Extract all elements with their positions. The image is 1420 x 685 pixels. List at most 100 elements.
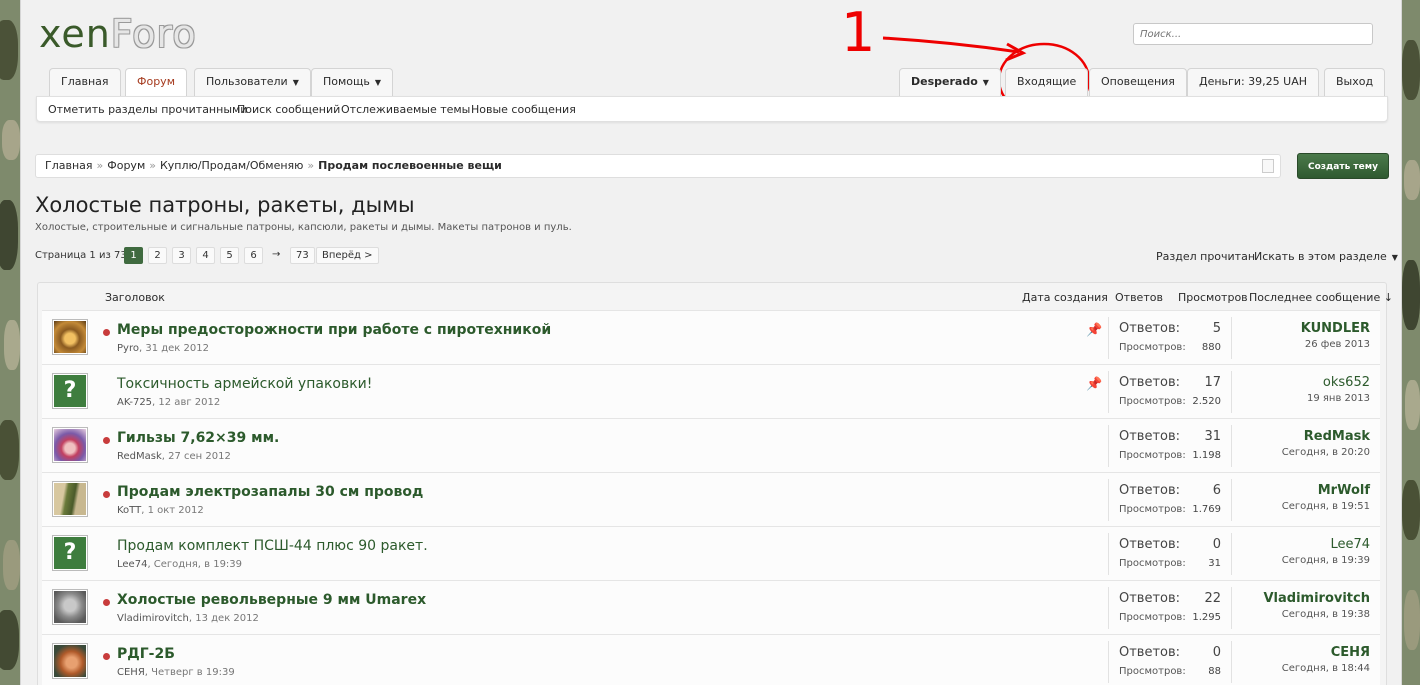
- camo-background-left: [0, 0, 20, 685]
- last-post-date[interactable]: Сегодня, в 20:20: [1282, 447, 1370, 458]
- last-post-user[interactable]: Vladimirovitch: [1263, 591, 1370, 606]
- last-post-user[interactable]: Lee74: [1282, 537, 1370, 552]
- replies-label: Ответов:: [1119, 537, 1181, 552]
- page-title: Холостые патроны, ракеты, дымы: [35, 193, 415, 217]
- avatar[interactable]: [52, 427, 88, 463]
- tab-logout[interactable]: Выход: [1324, 68, 1386, 96]
- thread-author[interactable]: AK-725: [117, 397, 152, 408]
- breadcrumb-forum[interactable]: Форум: [107, 159, 145, 172]
- column-last-post[interactable]: Последнее сообщение ↓: [1249, 291, 1393, 304]
- rss-icon[interactable]: [1262, 159, 1274, 173]
- last-post-date[interactable]: 26 фев 2013: [1301, 339, 1370, 350]
- replies-label: Ответов:: [1119, 591, 1181, 606]
- replies-label: Ответов:: [1119, 429, 1181, 444]
- watched-threads-link[interactable]: Отслеживаемые темы: [341, 103, 470, 116]
- breadcrumb-home[interactable]: Главная: [45, 159, 93, 172]
- thread-author[interactable]: KoTT: [117, 505, 141, 516]
- thread-author[interactable]: Vladimirovitch: [117, 613, 189, 624]
- thread-date: 27 сен 2012: [168, 451, 231, 462]
- thread-title[interactable]: РДГ-2Б: [117, 646, 175, 662]
- tab-inbox[interactable]: Входящие: [1005, 68, 1089, 96]
- thread-title[interactable]: Продам комплект ПСШ-44 плюс 90 ракет.: [117, 538, 428, 554]
- last-post-date[interactable]: Сегодня, в 19:51: [1282, 501, 1370, 512]
- page-link-1[interactable]: 1: [124, 247, 143, 264]
- tab-home[interactable]: Главная: [49, 68, 121, 96]
- column-title[interactable]: Заголовок: [105, 291, 165, 304]
- unread-indicator: [103, 329, 110, 336]
- views-count: 1.769: [1192, 504, 1221, 515]
- thread-title[interactable]: Меры предосторожности при работе с пирот…: [117, 322, 551, 338]
- mark-forums-read-link[interactable]: Отметить разделы прочитанными: [48, 103, 247, 116]
- breadcrumb-category[interactable]: Куплю/Продам/Обменяю: [160, 159, 303, 172]
- avatar[interactable]: [52, 589, 88, 625]
- pin-icon: 📌: [1086, 377, 1103, 392]
- replies-label: Ответов:: [1119, 375, 1181, 390]
- replies-label: Ответов:: [1119, 483, 1181, 498]
- thread-title[interactable]: Токсичность армейской упаковки!: [117, 376, 372, 392]
- avatar[interactable]: [52, 643, 88, 679]
- replies-count: 0: [1212, 645, 1221, 660]
- page-link-last[interactable]: 73: [290, 247, 315, 264]
- last-post-user[interactable]: СЕНЯ: [1282, 645, 1370, 660]
- last-post-date[interactable]: Сегодня, в 19:39: [1282, 555, 1370, 566]
- mark-section-read-link[interactable]: Раздел прочитан: [1156, 250, 1255, 263]
- thread-row: ? Продам комплект ПСШ-44 плюс 90 ракет. …: [42, 526, 1380, 580]
- thread-author[interactable]: Lee74: [117, 559, 147, 570]
- views-count: 1.295: [1192, 612, 1221, 623]
- last-post: KUNDLER 26 фев 2013: [1301, 321, 1370, 350]
- tab-money[interactable]: Деньги: 39,25 UAH: [1187, 68, 1320, 96]
- views-label: Просмотров:: [1119, 558, 1186, 569]
- page-link-6[interactable]: 6: [244, 247, 263, 264]
- thread-meta: KoTT, 1 окт 2012: [117, 505, 204, 516]
- thread-title[interactable]: Холостые револьверные 9 мм Umarex: [117, 592, 426, 608]
- last-post-user[interactable]: RedMask: [1282, 429, 1370, 444]
- tab-help[interactable]: Помощь ▼: [311, 68, 394, 96]
- replies-count: 6: [1212, 483, 1221, 498]
- avatar[interactable]: [52, 481, 88, 517]
- last-post-user[interactable]: KUNDLER: [1301, 321, 1370, 336]
- last-post: oks652 19 янв 2013: [1307, 375, 1370, 404]
- tab-user-menu[interactable]: Desperado ▼: [899, 68, 1001, 96]
- replies-count: 17: [1204, 375, 1221, 390]
- thread-title[interactable]: Гильзы 7,62×39 мм.: [117, 430, 279, 446]
- page-link-2[interactable]: 2: [148, 247, 167, 264]
- pin-icon: 📌: [1086, 323, 1103, 338]
- column-created[interactable]: Дата создания: [1022, 291, 1108, 304]
- last-post-date[interactable]: 19 янв 2013: [1307, 393, 1370, 404]
- page-link-4[interactable]: 4: [196, 247, 215, 264]
- thread-date: 12 авг 2012: [158, 397, 221, 408]
- avatar[interactable]: ?: [52, 373, 88, 409]
- search-section-link[interactable]: Искать в этом разделе ▼: [1254, 250, 1398, 263]
- tab-forum[interactable]: Форум: [125, 68, 187, 97]
- new-posts-link[interactable]: Новые сообщения: [471, 103, 576, 116]
- thread-date: 1 окт 2012: [147, 505, 204, 516]
- column-replies[interactable]: Ответов: [1115, 291, 1163, 304]
- thread-author[interactable]: RedMask: [117, 451, 162, 462]
- thread-title[interactable]: Продам электрозапалы 30 см провод: [117, 484, 423, 500]
- search-posts-link[interactable]: Поиск сообщений: [237, 103, 340, 116]
- last-post-date[interactable]: Сегодня, в 19:38: [1263, 609, 1370, 620]
- unread-indicator: [103, 491, 110, 498]
- column-views[interactable]: Просмотров: [1178, 291, 1248, 304]
- last-post-user[interactable]: oks652: [1307, 375, 1370, 390]
- avatar[interactable]: [52, 319, 88, 355]
- create-thread-button[interactable]: Создать тему: [1297, 153, 1389, 179]
- last-post-user[interactable]: MrWolf: [1282, 483, 1370, 498]
- views-label: Просмотров:: [1119, 612, 1186, 623]
- views-label: Просмотров:: [1119, 504, 1186, 515]
- last-post-date[interactable]: Сегодня, в 18:44: [1282, 663, 1370, 674]
- camo-background-right: [1402, 0, 1420, 685]
- breadcrumb-current[interactable]: Продам послевоенные вещи: [318, 159, 502, 172]
- thread-author[interactable]: Pyro: [117, 343, 139, 354]
- page-link-5[interactable]: 5: [220, 247, 239, 264]
- page-link-3[interactable]: 3: [172, 247, 191, 264]
- chevron-down-icon: ▼: [982, 78, 989, 87]
- replies-count: 5: [1212, 321, 1221, 336]
- tab-alerts[interactable]: Оповещения: [1089, 68, 1187, 96]
- thread-author[interactable]: СЕНЯ: [117, 667, 145, 678]
- tab-users[interactable]: Пользователи ▼: [194, 68, 311, 96]
- avatar[interactable]: ?: [52, 535, 88, 571]
- page-next-button[interactable]: Вперёд >: [316, 247, 379, 264]
- views-label: Просмотров:: [1119, 396, 1186, 407]
- thread-stats: Ответов: 22 Просмотров: 1.295: [1108, 587, 1232, 629]
